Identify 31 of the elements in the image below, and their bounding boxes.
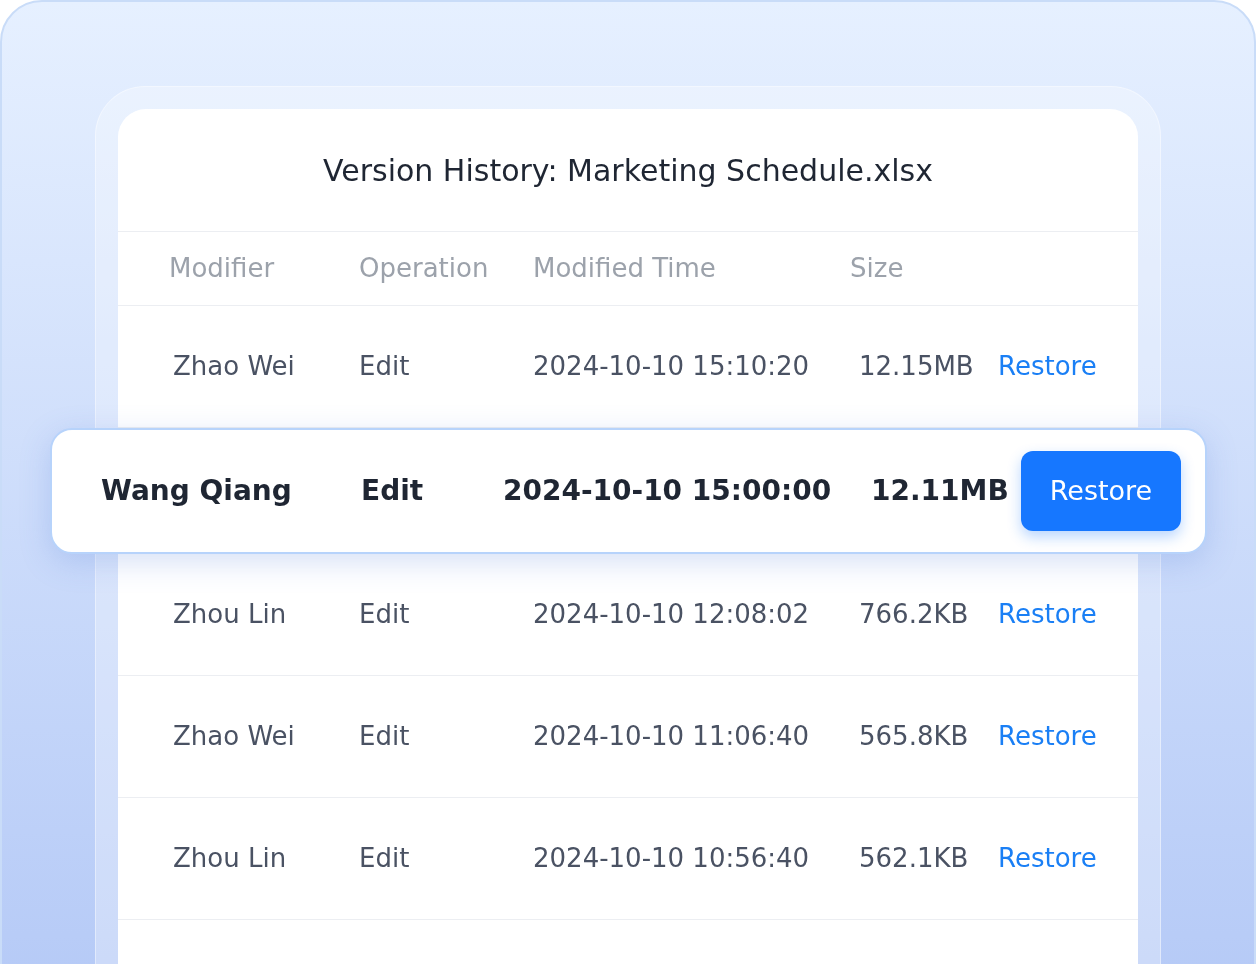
restore-link[interactable]: Restore: [998, 347, 1097, 386]
restore-link[interactable]: Restore: [998, 839, 1097, 878]
table-cell-text: 766.2KB: [859, 598, 970, 631]
column-header: Size: [850, 252, 905, 285]
table-cell-text: 565.8KB: [859, 720, 970, 753]
dialog-title: Version History: Marketing Schedule.xlsx: [323, 151, 933, 190]
table-cell-text: Edit: [359, 720, 411, 753]
table-cell-text: 562.1KB: [859, 842, 970, 875]
table-cell-text: Edit: [359, 350, 411, 383]
column-header: Modifier: [169, 252, 276, 285]
restore-link[interactable]: Restore: [998, 717, 1097, 756]
table-cell-text: 2024-10-10 12:08:02: [533, 598, 811, 631]
table-cell-text: Zhao Wei: [173, 350, 296, 383]
table-cell-text: Zhou Lin: [173, 842, 288, 875]
table-cell-text: Wang Qiang: [101, 473, 293, 509]
table-cell-text: 12.11MB: [871, 473, 1010, 509]
table-cell-text: 2024-10-10 10:56:40: [533, 842, 811, 875]
table-cell-text: Zhao Wei: [173, 720, 296, 753]
table-cell-text: Edit: [359, 598, 411, 631]
restore-link[interactable]: Restore: [998, 595, 1097, 634]
table-cell-text: Edit: [361, 473, 425, 509]
table-cell-text: 2024-10-10 11:06:40: [533, 720, 811, 753]
column-header: Modified Time: [533, 252, 717, 285]
highlighted-row[interactable]: Wang Qiang Edit 2024-10-10 15:00:00 12.11MB Restore: [50, 428, 1207, 554]
table-cell-text: 2024-10-10 15:10:20: [533, 350, 811, 383]
column-header: Operation: [359, 252, 490, 285]
table-cell-text: 12.15MB: [859, 350, 975, 383]
table-cell-text: Zhou Lin: [173, 598, 288, 631]
table-cell-text: 2024-10-10 15:00:00: [503, 473, 833, 509]
restore-button[interactable]: Restore: [1021, 451, 1181, 531]
table-cell-text: Edit: [359, 842, 411, 875]
